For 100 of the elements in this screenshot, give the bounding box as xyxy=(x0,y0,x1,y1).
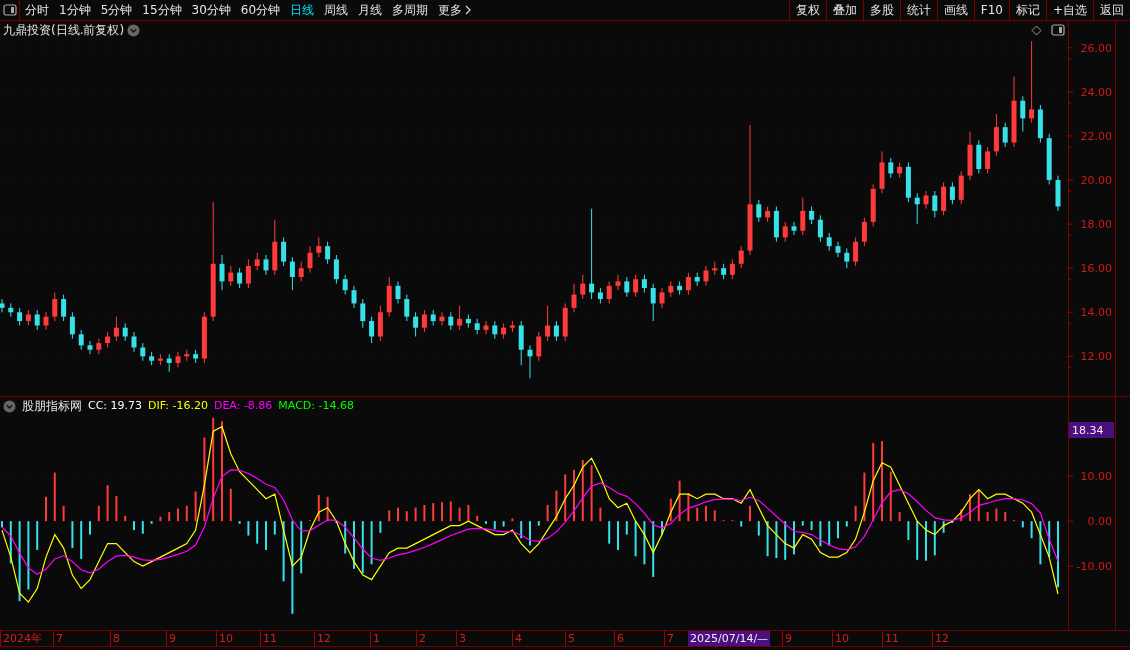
bar xyxy=(53,472,56,522)
candlestick xyxy=(342,274,348,296)
axis-label: 10.00 xyxy=(1080,470,1112,484)
bar xyxy=(1039,521,1042,565)
bar xyxy=(546,504,549,522)
candlestick xyxy=(360,298,366,329)
bar xyxy=(590,465,593,522)
bar xyxy=(168,512,171,522)
toolbar-button[interactable]: 画线 xyxy=(936,0,974,20)
period-tab[interactable]: 1分钟 xyxy=(54,0,96,20)
candlestick xyxy=(298,261,304,282)
date-label: 11 xyxy=(260,631,314,646)
bar xyxy=(986,512,989,522)
candlestick xyxy=(87,340,93,355)
candlestick xyxy=(413,311,419,337)
bar xyxy=(511,518,514,522)
period-tab[interactable]: 分时 xyxy=(20,0,54,20)
candlestick xyxy=(949,181,955,205)
candlestick xyxy=(483,320,489,335)
candlestick xyxy=(333,254,339,285)
toolbar-button[interactable]: 叠加 xyxy=(825,0,863,20)
chevron-icon xyxy=(465,5,472,15)
toolbar-button[interactable]: +自选 xyxy=(1045,0,1093,20)
bar xyxy=(115,495,118,522)
date-label: 2024年 xyxy=(0,631,53,646)
candlestick xyxy=(237,267,243,289)
candlestick xyxy=(545,305,551,342)
date-label: 5 xyxy=(565,631,614,646)
bar xyxy=(520,521,523,539)
period-tab[interactable]: 5分钟 xyxy=(95,0,138,20)
bar xyxy=(863,472,866,522)
current-value-label: 18.34 xyxy=(1069,422,1114,438)
bar xyxy=(317,495,320,522)
bar xyxy=(775,521,778,559)
dropdown-icon[interactable] xyxy=(3,399,16,413)
bar xyxy=(397,507,399,522)
bar xyxy=(819,521,822,547)
diamond-icon[interactable] xyxy=(1031,24,1042,36)
more-button[interactable]: 更多 xyxy=(433,0,477,20)
bar xyxy=(370,521,373,565)
candlestick xyxy=(624,276,630,298)
panel-icon[interactable] xyxy=(1051,24,1065,36)
bar xyxy=(881,441,883,522)
toolbar-button[interactable]: 标记 xyxy=(1008,0,1046,20)
bar xyxy=(643,521,646,565)
bar xyxy=(150,521,153,524)
bar xyxy=(625,521,628,535)
bar xyxy=(705,505,707,522)
candlestick xyxy=(404,294,410,322)
toolbar-button[interactable]: 统计 xyxy=(899,0,937,20)
candlestick xyxy=(263,254,269,276)
candlestick xyxy=(633,274,639,298)
axis-label: -10.00 xyxy=(1076,560,1112,574)
candlestick xyxy=(52,291,58,322)
bar xyxy=(925,521,927,561)
period-tab[interactable]: 月线 xyxy=(353,0,388,20)
toolbar-button[interactable]: F10 xyxy=(973,0,1009,20)
bar xyxy=(837,521,839,539)
candlestick xyxy=(659,287,665,309)
bar xyxy=(265,521,267,550)
candlestick xyxy=(78,329,84,351)
bar xyxy=(97,505,100,522)
bar xyxy=(177,508,179,522)
toolbar-button[interactable]: 复权 xyxy=(788,0,826,20)
dropdown-icon[interactable] xyxy=(127,23,141,37)
period-tab[interactable]: 日线 xyxy=(285,0,320,20)
bar xyxy=(907,521,910,541)
candlestick xyxy=(985,146,991,174)
candlestick xyxy=(580,274,586,300)
bar xyxy=(194,491,197,522)
bar xyxy=(71,521,74,549)
candlestick xyxy=(536,331,542,362)
candlestick xyxy=(888,157,894,179)
bar xyxy=(537,521,540,526)
bar xyxy=(713,510,716,522)
stock-title: 九鼎投资(日线.前复权) xyxy=(3,22,125,39)
bar xyxy=(889,471,892,522)
bar xyxy=(678,480,681,522)
candlestick xyxy=(650,283,656,322)
date-label: 3 xyxy=(456,631,512,646)
candlestick xyxy=(738,245,744,269)
panel-toggle-icon[interactable] xyxy=(0,0,20,20)
bar xyxy=(141,521,144,534)
period-tab[interactable]: 30分钟 xyxy=(186,0,236,20)
candlestick xyxy=(589,208,595,300)
axis-label: 24.00 xyxy=(1080,85,1112,99)
toolbar-button[interactable]: 返回 xyxy=(1093,0,1130,20)
toolbar-button[interactable]: 多股 xyxy=(862,0,900,20)
candlestick xyxy=(527,344,533,379)
period-tab[interactable]: 周线 xyxy=(319,0,354,20)
candlestick xyxy=(228,265,234,287)
date-label: 10 xyxy=(832,631,883,646)
candlestick xyxy=(0,298,5,313)
date-label: 1 xyxy=(370,631,416,646)
candlestick xyxy=(69,311,75,340)
period-tab[interactable]: 多周期 xyxy=(387,0,434,20)
period-tab[interactable]: 60分钟 xyxy=(235,0,286,20)
period-tab[interactable]: 15分钟 xyxy=(137,0,187,20)
bar xyxy=(617,521,619,550)
bar xyxy=(256,521,259,544)
